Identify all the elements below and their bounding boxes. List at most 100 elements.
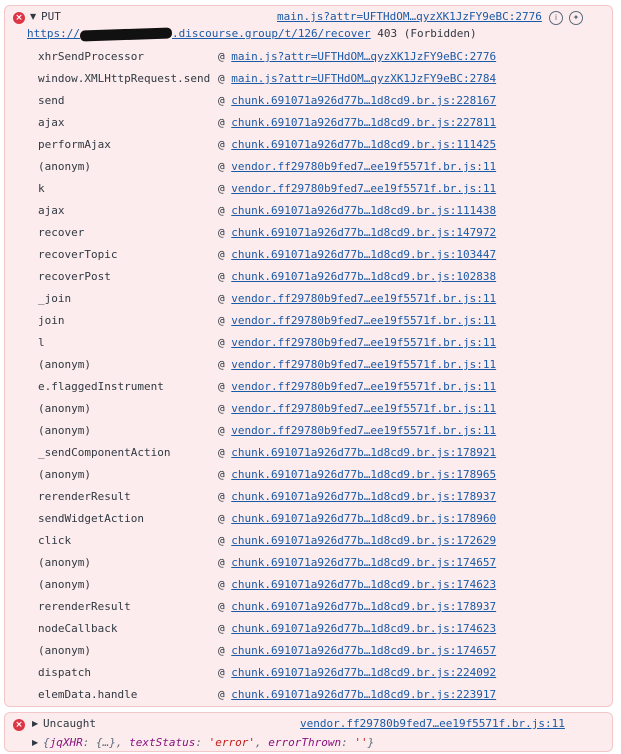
stack-frame: ajax @ chunk.691071a926d77b…1d8cd9.br.js:… [38,112,496,134]
stack-frame-source-link[interactable]: vendor.ff29780b9fed7…ee19f5571f.br.js:11 [231,358,496,371]
stack-frame: (anonym) @ chunk.691071a926d77b…1d8cd9.br… [38,574,496,596]
stack-frame-source-link[interactable]: vendor.ff29780b9fed7…ee19f5571f.br.js:11 [231,424,496,437]
stack-frame-source-link[interactable]: chunk.691071a926d77b…1d8cd9.br.js:147972 [231,226,496,239]
console-error-message-put: × ▼ PUT main.js?attr=UFTHdOM…qyzXK1JzFY9… [4,5,613,707]
stack-frame-function: ajax [38,204,65,217]
stack-frame-source-link[interactable]: chunk.691071a926d77b…1d8cd9.br.js:172629 [231,534,496,547]
at-symbol: @ [218,688,225,701]
stack-frame-source-link[interactable]: chunk.691071a926d77b…1d8cd9.br.js:174623 [231,578,496,591]
stack-frame-source-link[interactable]: chunk.691071a926d77b…1d8cd9.br.js:103447 [231,248,496,261]
stack-frame-function: _sendComponentAction [38,446,171,459]
stack-frame: l @ vendor.ff29780b9fed7…ee19f5571f.br.js… [38,332,496,354]
stack-frame-function: recover [38,226,85,239]
at-symbol: @ [218,622,225,635]
object-expand-triangle-icon[interactable]: ▶ [32,738,38,747]
at-symbol: @ [218,490,225,503]
obj-key-errorthrown: errorThrown [268,736,342,749]
at-symbol: @ [218,556,225,569]
stack-frame-function: e.flaggedInstrument [38,380,164,393]
error-object-preview[interactable]: {jqXHR: {…}, textStatus: 'error', errorT… [43,736,374,749]
stack-frame-source-link[interactable]: chunk.691071a926d77b…1d8cd9.br.js:223917 [231,688,496,701]
stack-frame-source-link[interactable]: chunk.691071a926d77b…1d8cd9.br.js:224092 [231,666,496,679]
stack-frame-source-link[interactable]: vendor.ff29780b9fed7…ee19f5571f.br.js:11 [231,182,496,195]
stack-frame: (anonym) @ chunk.691071a926d77b…1d8cd9.br… [38,640,496,662]
obj-key-textstatus: textStatus [129,736,196,749]
stack-frame-source-link[interactable]: chunk.691071a926d77b…1d8cd9.br.js:227811 [231,116,496,129]
at-symbol: @ [218,314,225,327]
stack-frame: xhrSendProcessor @ main.js?attr=UFTHdOM…q… [38,46,496,68]
stack-frame: (anonym) @ vendor.ff29780b9fed7…ee19f5571… [38,420,496,442]
stack-frame-function: performAjax [38,138,111,151]
stack-frame-function: (anonym) [38,160,91,173]
stack-frame: e.flaggedInstrument @ vendor.ff29780b9fed… [38,376,496,398]
uncaught-source-link[interactable]: vendor.ff29780b9fed7…ee19f5571f.br.js:11 [300,717,565,730]
at-symbol: @ [218,644,225,657]
stack-frame: (anonym) @ vendor.ff29780b9fed7…ee19f5571… [38,398,496,420]
at-symbol: @ [218,534,225,547]
request-url-line: https:// .discourse.group/t/126/recover 4… [27,26,477,42]
stack-frame-function: rerenderResult [38,490,131,503]
error-icon: × [13,12,25,24]
stack-frame-function: xhrSendProcessor [38,50,144,63]
at-symbol: @ [218,204,225,217]
stack-frame-source-link[interactable]: vendor.ff29780b9fed7…ee19f5571f.br.js:11 [231,292,496,305]
stack-frame-source-link[interactable]: chunk.691071a926d77b…1d8cd9.br.js:102838 [231,270,496,283]
stack-frame-source-link[interactable]: main.js?attr=UFTHdOM…qyzXK1JzFY9eBC:2776 [231,50,496,63]
stack-frame-function: (anonym) [38,424,91,437]
stack-frame-function: click [38,534,72,547]
stack-frame-function: (anonym) [38,358,91,371]
obj-val-jqxhr: {…} [96,736,116,749]
stack-frame: join @ vendor.ff29780b9fed7…ee19f5571f.br… [38,310,496,332]
stack-frame-source-link[interactable]: chunk.691071a926d77b…1d8cd9.br.js:178960 [231,512,496,525]
stack-frame-function: dispatch [38,666,91,679]
stack-frame-source-link[interactable]: chunk.691071a926d77b…1d8cd9.br.js:178965 [231,468,496,481]
stack-frame-source-link[interactable]: chunk.691071a926d77b…1d8cd9.br.js:174623 [231,622,496,635]
at-symbol: @ [218,600,225,613]
obj-key-jqxhr: jqXHR [49,736,83,749]
console-error-uncaught: × ▶ Uncaught vendor.ff29780b9fed7…ee19f5… [4,712,613,752]
ai-explain-icon[interactable]: ✦ [569,11,583,25]
stack-frame-function: ajax [38,116,65,129]
stack-frame-source-link[interactable]: chunk.691071a926d77b…1d8cd9.br.js:228167 [231,94,496,107]
stack-frame: click @ chunk.691071a926d77b…1d8cd9.br.js… [38,530,496,552]
stack-frame-source-link[interactable]: vendor.ff29780b9fed7…ee19f5571f.br.js:11 [231,336,496,349]
stack-frame-source-link[interactable]: vendor.ff29780b9fed7…ee19f5571f.br.js:11 [231,380,496,393]
stack-frame-function: (anonym) [38,556,91,569]
stack-frame-source-link[interactable]: chunk.691071a926d77b…1d8cd9.br.js:178921 [231,446,496,459]
stack-frame-source-link[interactable]: chunk.691071a926d77b…1d8cd9.br.js:111425 [231,138,496,151]
stack-frame-source-link[interactable]: chunk.691071a926d77b…1d8cd9.br.js:178937 [231,600,496,613]
source-link[interactable]: main.js?attr=UFTHdOM…qyzXK1JzFY9eBC:2776 [277,10,542,23]
stack-frame-source-link[interactable]: chunk.691071a926d77b…1d8cd9.br.js:178937 [231,490,496,503]
stack-frame: sendWidgetAction @ chunk.691071a926d77b…1… [38,508,496,530]
info-icon[interactable]: i [549,11,563,25]
stack-frame: dispatch @ chunk.691071a926d77b…1d8cd9.br… [38,662,496,684]
at-symbol: @ [218,182,225,195]
stack-frame-function: rerenderResult [38,600,131,613]
stack-frame-source-link[interactable]: chunk.691071a926d77b…1d8cd9.br.js:174657 [231,644,496,657]
expand-triangle-icon[interactable]: ▼ [30,12,36,21]
stack-frame-function: (anonym) [38,468,91,481]
collapse-triangle-icon[interactable]: ▶ [32,719,38,728]
stack-frame: ajax @ chunk.691071a926d77b…1d8cd9.br.js:… [38,200,496,222]
stack-frame-source-link[interactable]: vendor.ff29780b9fed7…ee19f5571f.br.js:11 [231,160,496,173]
error-icon: × [13,719,25,731]
uncaught-label: Uncaught [43,717,96,730]
stack-frame-function: recoverTopic [38,248,118,261]
at-symbol: @ [218,578,225,591]
url-prefix: https:// [27,27,80,40]
stack-frame-source-link[interactable]: vendor.ff29780b9fed7…ee19f5571f.br.js:11 [231,314,496,327]
stack-frame: _join @ vendor.ff29780b9fed7…ee19f5571f.b… [38,288,496,310]
stack-frame-function: k [38,182,45,195]
stack-frame-source-link[interactable]: chunk.691071a926d77b…1d8cd9.br.js:174657 [231,556,496,569]
stack-frame-source-link[interactable]: chunk.691071a926d77b…1d8cd9.br.js:111438 [231,204,496,217]
at-symbol: @ [218,50,225,63]
at-symbol: @ [218,138,225,151]
stack-frame-source-link[interactable]: main.js?attr=UFTHdOM…qyzXK1JzFY9eBC:2784 [231,72,496,85]
request-url-link[interactable]: https:// .discourse.group/t/126/recover [27,26,371,42]
stack-frame-source-link[interactable]: vendor.ff29780b9fed7…ee19f5571f.br.js:11 [231,402,496,415]
stack-frame: recoverPost @ chunk.691071a926d77b…1d8cd9… [38,266,496,288]
stack-frame-function: window.XMLHttpRequest.send [38,72,211,85]
stack-frame-function: l [38,336,45,349]
at-symbol: @ [218,380,225,393]
at-symbol: @ [218,226,225,239]
